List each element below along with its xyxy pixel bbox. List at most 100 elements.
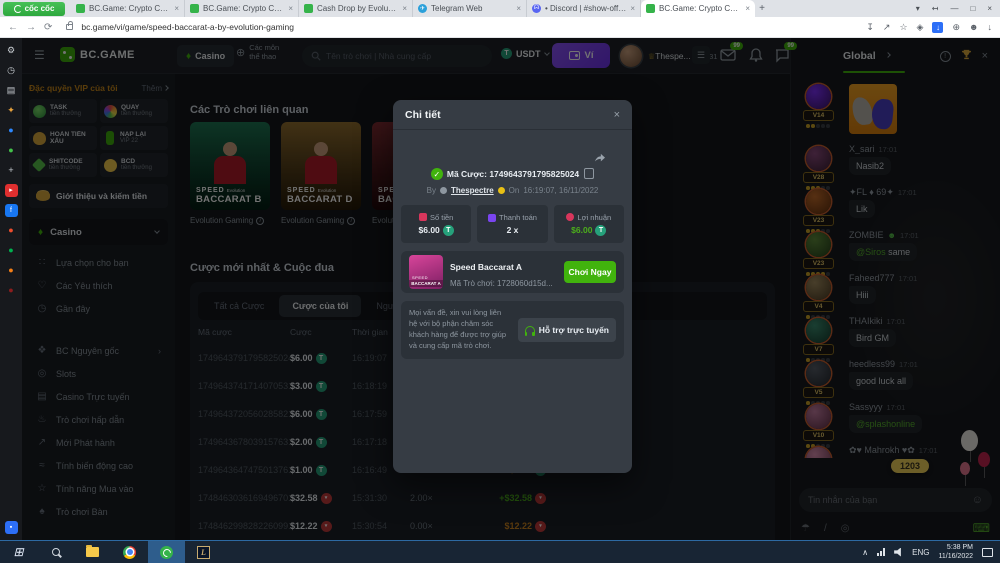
sidebar-icon-shop-orange[interactable]: ● bbox=[5, 224, 18, 237]
sidebar-icon-feedback[interactable]: ▪ bbox=[5, 521, 18, 534]
back-icon[interactable]: ← bbox=[8, 22, 18, 33]
bcgame-favicon bbox=[190, 4, 199, 13]
sidebar-icon-shop-red[interactable]: ● bbox=[5, 284, 18, 297]
bet-id-label: Mã Cược: bbox=[447, 169, 487, 179]
modal-note: Mọi vấn đề, xin vui lòng liên hệ với bộ … bbox=[401, 301, 624, 359]
stat-label: Lợi nhuận bbox=[577, 213, 611, 222]
browser-tab[interactable]: BC.Game: Crypto Casino Gan × bbox=[641, 0, 755, 17]
game-id-label: Mã Trò chơi: bbox=[450, 279, 495, 288]
sidebar-icon-add[interactable]: + bbox=[5, 164, 18, 177]
action-center-icon[interactable] bbox=[982, 548, 993, 557]
share-page-icon[interactable]: ↗ bbox=[883, 22, 891, 33]
reload-icon[interactable]: ⟳ bbox=[44, 22, 52, 33]
headphones-icon bbox=[525, 326, 535, 334]
share-icon[interactable] bbox=[594, 150, 606, 168]
stat-profit: Lợi nhuận$6.00T bbox=[554, 205, 624, 243]
volume-icon[interactable] bbox=[894, 548, 903, 557]
tab-close-icon[interactable]: × bbox=[402, 4, 407, 13]
modal-game-row: SPEED BACCARAT A Speed Baccarat A Mã Trò… bbox=[401, 251, 624, 293]
stat-amount: Số tiền $6.00T bbox=[401, 205, 471, 243]
tab-close-icon[interactable]: × bbox=[630, 4, 635, 13]
sidebar-icon-reading-list[interactable]: ▤ bbox=[5, 84, 18, 97]
browser-tab[interactable]: ᗣ • Discord | #show-off-you × bbox=[527, 0, 641, 17]
tab-close-icon[interactable]: × bbox=[745, 4, 750, 13]
browser-tab[interactable]: Cash Drop by Evolution! Wo × bbox=[299, 0, 413, 17]
tab-search-icon[interactable]: ▾ bbox=[916, 4, 920, 13]
verified-check-icon: ✓ bbox=[431, 168, 443, 180]
medal-icon bbox=[440, 187, 447, 194]
adblock-shield-icon[interactable]: ◈ bbox=[917, 22, 924, 33]
bet-meta-row: By Thespectre On 16:19:07, 16/11/2022 bbox=[393, 186, 632, 195]
coccoc-brand: cốc cốc bbox=[25, 4, 55, 13]
bet-datetime: 16:19:07, 16/11/2022 bbox=[523, 186, 598, 195]
tab-close-icon[interactable]: × bbox=[516, 4, 521, 13]
forward-icon[interactable]: → bbox=[26, 22, 36, 33]
network-icon[interactable] bbox=[877, 548, 885, 556]
stat-label: Số tiền bbox=[430, 213, 453, 222]
stat-label: Thanh toán bbox=[499, 213, 537, 222]
bookmark-star-icon[interactable]: ☆ bbox=[899, 22, 907, 33]
sidebar-icon-messenger[interactable]: ● bbox=[5, 124, 18, 137]
coccoc-sidebar: ⚙ ◷ ▤ ✦ ● ● + ▸ f ● ● ● ● ▪ bbox=[0, 38, 22, 540]
downloads-icon[interactable]: ↓ bbox=[988, 22, 993, 32]
sidebar-icon-settings[interactable]: ⚙ bbox=[5, 44, 18, 57]
tab-title: BC.Game: Crypto Casino Gan bbox=[89, 4, 170, 13]
coccoc-menu-button[interactable]: cốc cốc bbox=[3, 2, 65, 16]
url-text[interactable]: bc.game/vi/game/speed-baccarat-a-by-evol… bbox=[81, 22, 858, 32]
sidebar-icon-shop-bag[interactable]: ● bbox=[5, 264, 18, 277]
sidebar-icon-shop-green[interactable]: ● bbox=[5, 244, 18, 257]
close-window-button[interactable]: × bbox=[987, 4, 992, 13]
game-id-value: 1728060d15d... bbox=[497, 279, 553, 288]
taskbar-lol-icon[interactable]: L bbox=[185, 541, 222, 563]
pin-tab-icon[interactable]: ↤ bbox=[932, 4, 939, 13]
taskbar-coccoc-icon[interactable] bbox=[148, 541, 185, 563]
taskbar-apps: ⊞L bbox=[0, 541, 222, 563]
support-note-text: Mọi vấn đề, xin vui lòng liên hệ với bộ … bbox=[409, 308, 510, 352]
game-thumbnail[interactable]: SPEED BACCARAT A bbox=[409, 255, 443, 289]
language-indicator[interactable]: ENG bbox=[912, 548, 929, 557]
taskbar-clock[interactable]: 5:38 PM 11/16/2022 bbox=[938, 543, 973, 561]
sidebar-icon-games[interactable]: ● bbox=[5, 144, 18, 157]
maximize-button[interactable]: □ bbox=[970, 4, 975, 13]
copy-icon[interactable] bbox=[586, 170, 594, 179]
tab-title: • Discord | #show-off-you bbox=[545, 4, 626, 13]
save-page-icon[interactable]: ↧ bbox=[866, 22, 874, 33]
tab-close-icon[interactable]: × bbox=[288, 4, 293, 13]
sidebar-icon-youtube[interactable]: ▸ bbox=[5, 184, 18, 197]
browser-tab[interactable]: BC.Game: Crypto Casino Gan × bbox=[71, 0, 185, 17]
profile-icon[interactable]: ☻ bbox=[969, 22, 978, 32]
bcgame-favicon bbox=[304, 4, 313, 13]
sidebar-icon-history[interactable]: ◷ bbox=[5, 64, 18, 77]
sidebar-icon-bookmarks[interactable]: ✦ bbox=[5, 104, 18, 117]
tab-close-icon[interactable]: × bbox=[174, 4, 179, 13]
tab-title: BC.Game: Crypto Casino Gan bbox=[659, 4, 741, 13]
hidden-icons-chevron[interactable]: ∧ bbox=[862, 548, 868, 557]
usdt-coin-icon: T bbox=[443, 225, 454, 236]
modal-close-icon[interactable]: × bbox=[614, 109, 620, 121]
download-box-icon[interactable]: ↓ bbox=[932, 22, 943, 33]
address-actions: ↧ ↗ ☆ ◈ ↓ ⊕ ☻ ↓ bbox=[866, 22, 992, 33]
coccoc-logo-icon bbox=[14, 5, 22, 13]
taskbar: ⊞L ∧ ENG 5:38 PM 11/16/2022 bbox=[0, 540, 1000, 563]
stat-value: $6.00 bbox=[419, 225, 440, 235]
taskbar-explorer-icon[interactable] bbox=[74, 541, 111, 563]
new-tab-button[interactable]: + bbox=[755, 3, 769, 14]
browser-tab[interactable]: BC.Game: Crypto Casino Gan× bbox=[185, 0, 299, 17]
clock-time: 5:38 PM bbox=[938, 543, 973, 552]
tab-title: Cash Drop by Evolution! Wo bbox=[317, 4, 398, 13]
taskbar-start-icon[interactable]: ⊞ bbox=[0, 541, 37, 563]
browser-tab[interactable]: ✈Telegram Web× bbox=[413, 0, 527, 17]
on-label: On bbox=[509, 186, 520, 195]
extensions-icon[interactable]: ⊕ bbox=[952, 22, 960, 33]
minimize-button[interactable]: — bbox=[950, 4, 958, 13]
player-link[interactable]: Thespectre bbox=[451, 186, 494, 195]
telegram-favicon: ✈ bbox=[418, 4, 427, 13]
discord-favicon: ᗣ bbox=[532, 4, 541, 13]
thumb-name-label: BACCARAT A bbox=[409, 280, 443, 287]
taskbar-chrome-icon[interactable] bbox=[111, 541, 148, 563]
sidebar-icon-facebook[interactable]: f bbox=[5, 204, 18, 217]
play-now-button[interactable]: Chơi Ngay bbox=[564, 261, 616, 283]
support-button[interactable]: Hỗ trợ trực tuyến bbox=[518, 318, 616, 342]
stat-value: $6.00 bbox=[571, 225, 592, 235]
taskbar-search-icon[interactable] bbox=[37, 541, 74, 563]
